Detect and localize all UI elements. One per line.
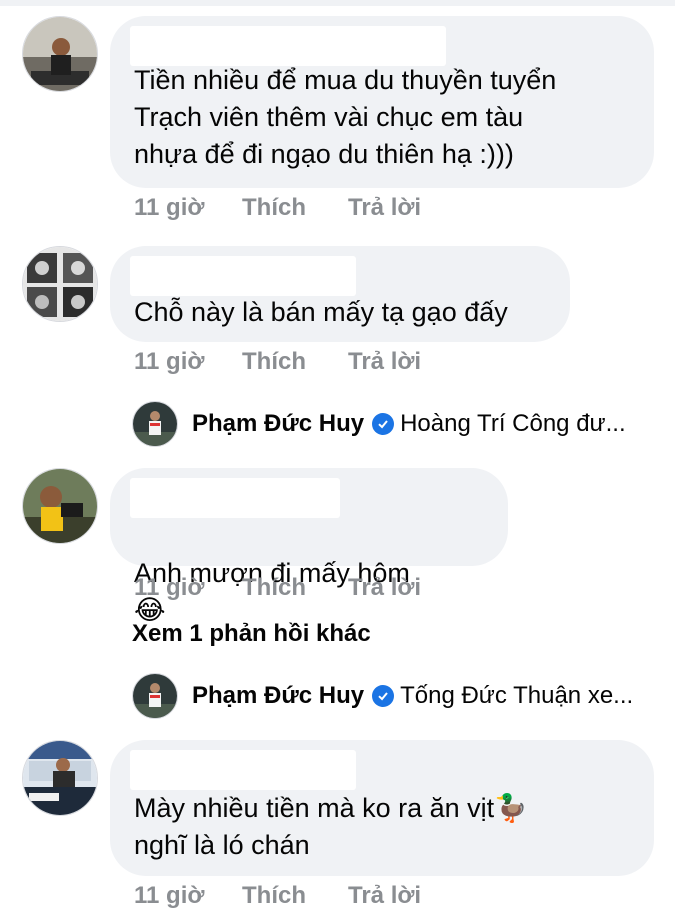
reply-preview-text: Hoàng Trí Công đư... xyxy=(400,410,626,437)
reply-preview-text: Tống Đức Thuận xe... xyxy=(400,682,634,709)
top-divider xyxy=(0,0,675,6)
comment-text: Mày nhiều tiền mà ko ra ăn vịt🦆 nghĩ là … xyxy=(134,793,528,860)
comment-actions: 11 giờ Thích Trả lời xyxy=(134,192,421,224)
view-more-replies-link[interactable]: Xem 1 phản hồi khác xyxy=(132,620,371,648)
avatar-photo-icon xyxy=(23,741,97,815)
redacted-name xyxy=(130,26,446,66)
avatar-photo-icon xyxy=(133,402,177,446)
avatar-photo-icon xyxy=(23,247,97,321)
comment-actions: 11 giờ Thích Trả lời xyxy=(134,572,421,604)
like-button[interactable]: Thích xyxy=(242,572,348,604)
reply-preview-row[interactable]: Phạm Đức Huy Hoàng Trí Công đư... xyxy=(132,400,626,448)
comment-time[interactable]: 11 giờ xyxy=(134,572,242,604)
reply-avatar xyxy=(132,401,178,447)
avatar-photo-icon xyxy=(133,674,177,718)
like-button[interactable]: Thích xyxy=(242,346,348,378)
commenter-avatar[interactable] xyxy=(22,468,98,544)
comment-actions: 11 giờ Thích Trả lời xyxy=(134,880,421,912)
comment-bubble: Anh mượn đi mấy hôm 😂 xyxy=(110,468,508,625)
avatar-photo-icon xyxy=(23,17,97,91)
redacted-name xyxy=(130,478,340,518)
commenter-avatar[interactable] xyxy=(22,16,98,92)
redacted-name xyxy=(130,750,356,790)
verified-badge-icon xyxy=(372,685,395,707)
reply-button[interactable]: Trả lời xyxy=(348,192,421,224)
comment-text: Chỗ này là bán mấy tạ gạo đấy xyxy=(134,297,508,327)
like-button[interactable]: Thích xyxy=(242,880,348,912)
reply-preview-row[interactable]: Phạm Đức Huy Tống Đức Thuận xe... xyxy=(132,672,633,720)
comment-bubble: Mày nhiều tiền mà ko ra ăn vịt🦆 nghĩ là … xyxy=(110,740,654,876)
reply-button[interactable]: Trả lời xyxy=(348,572,421,604)
commenter-avatar[interactable] xyxy=(22,740,98,816)
comment-time[interactable]: 11 giờ xyxy=(134,192,242,224)
reply-button[interactable]: Trả lời xyxy=(348,880,421,912)
comment-bubble: Tiền nhiều để mua du thuyền tuyển Trạch … xyxy=(110,16,654,188)
reply-author-name[interactable]: Phạm Đức Huy xyxy=(192,682,364,710)
comment-actions: 11 giờ Thích Trả lời xyxy=(134,346,421,378)
reply-button[interactable]: Trả lời xyxy=(348,346,421,378)
redacted-name xyxy=(130,256,356,296)
reply-avatar xyxy=(132,673,178,719)
reply-author-name[interactable]: Phạm Đức Huy xyxy=(192,410,364,438)
commenter-avatar[interactable] xyxy=(22,246,98,322)
verified-badge-icon xyxy=(372,413,395,435)
comment-time[interactable]: 11 giờ xyxy=(134,880,242,912)
avatar-photo-icon xyxy=(23,469,97,543)
comment-text: Tiền nhiều để mua du thuyền tuyển Trạch … xyxy=(134,65,557,169)
comment-bubble: Chỗ này là bán mấy tạ gạo đấy xyxy=(110,246,570,342)
like-button[interactable]: Thích xyxy=(242,192,348,224)
comment-time[interactable]: 11 giờ xyxy=(134,346,242,378)
